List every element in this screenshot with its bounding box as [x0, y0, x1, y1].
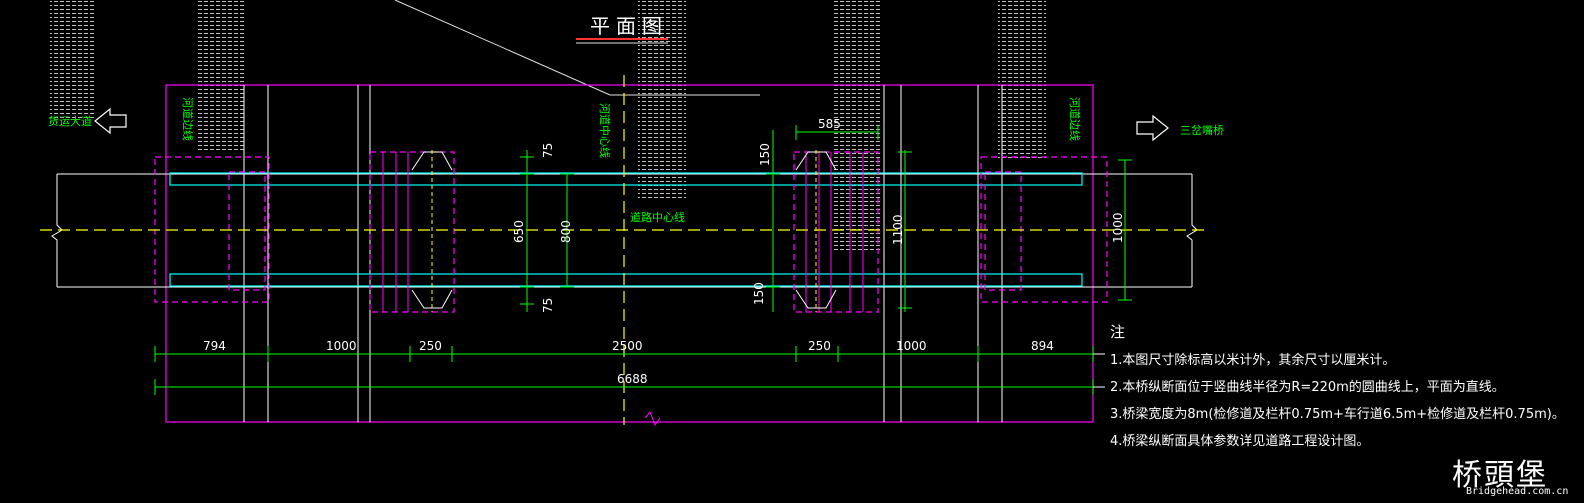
break-symbol	[644, 411, 661, 427]
label-river-bank-left: 河道边线	[181, 97, 195, 141]
dim-label: 1000	[1111, 212, 1125, 243]
dim-label: 650	[512, 220, 526, 243]
dim-label: 585	[818, 117, 841, 131]
note-line-3: 3.桥梁宽度为8m(检修道及栏杆0.75m+车行道6.5m+检修道及栏杆0.75…	[1110, 407, 1565, 422]
label-direction-left: 货运大道	[48, 114, 92, 128]
hatched-column-1	[50, 0, 95, 120]
dim-label: 1000	[326, 339, 357, 353]
label-river-centerline: 河道中心线	[598, 103, 612, 158]
dim-label: 894	[1031, 339, 1054, 353]
label-road-centerline: 道路中心线	[630, 210, 685, 224]
drawing-title: 平面图	[590, 14, 668, 38]
cad-drawing-canvas: 平面图 794 1000 250 2500 250 1000 894 6688 …	[0, 0, 1584, 503]
dim-label: 75	[541, 298, 555, 313]
plan-view-drawing: 平面图 794 1000 250 2500 250 1000 894 6688 …	[40, 0, 1224, 427]
green-labels: 河道边线 河道边线 河道中心线 道路中心线	[181, 97, 1082, 224]
dim-label: 75	[541, 143, 555, 158]
pile-lines	[382, 152, 864, 312]
dim-label: 1000	[896, 339, 927, 353]
hatched-column-5	[998, 0, 1046, 160]
dim-label: 150	[752, 282, 766, 305]
arrow-left-icon	[94, 107, 127, 135]
leader-line	[394, 0, 611, 96]
dim-label: 150	[758, 143, 772, 166]
label-direction-right: 三岔嘴桥	[1180, 124, 1224, 137]
notes-heading: 注	[1110, 323, 1126, 341]
dim-label: 1100	[891, 214, 905, 245]
note-line-1: 1.本图尺寸除标高以米计外，其余尺寸以厘米计。	[1110, 353, 1396, 368]
dim-label: 250	[419, 339, 442, 353]
arrow-right-icon	[1136, 114, 1169, 142]
note-line-2: 2.本桥纵断面位于竖曲线半径为R=220m的圆曲线上，平面为直线。	[1110, 380, 1505, 395]
note-line-4: 4.桥梁纵断面具体参数详见道路工程设计图。	[1110, 434, 1370, 449]
dim-label: 250	[808, 339, 831, 353]
foundation-outlines	[154, 151, 1108, 313]
hatched-column-2	[198, 0, 246, 150]
watermark-url: Bridgehead.com.cn	[1466, 486, 1569, 497]
dim-label: 794	[203, 339, 226, 353]
label-river-bank-right: 河道边线	[1068, 97, 1082, 141]
dim-label: 6688	[617, 372, 648, 386]
dim-label: 800	[559, 220, 573, 243]
dim-label: 2500	[612, 339, 643, 353]
